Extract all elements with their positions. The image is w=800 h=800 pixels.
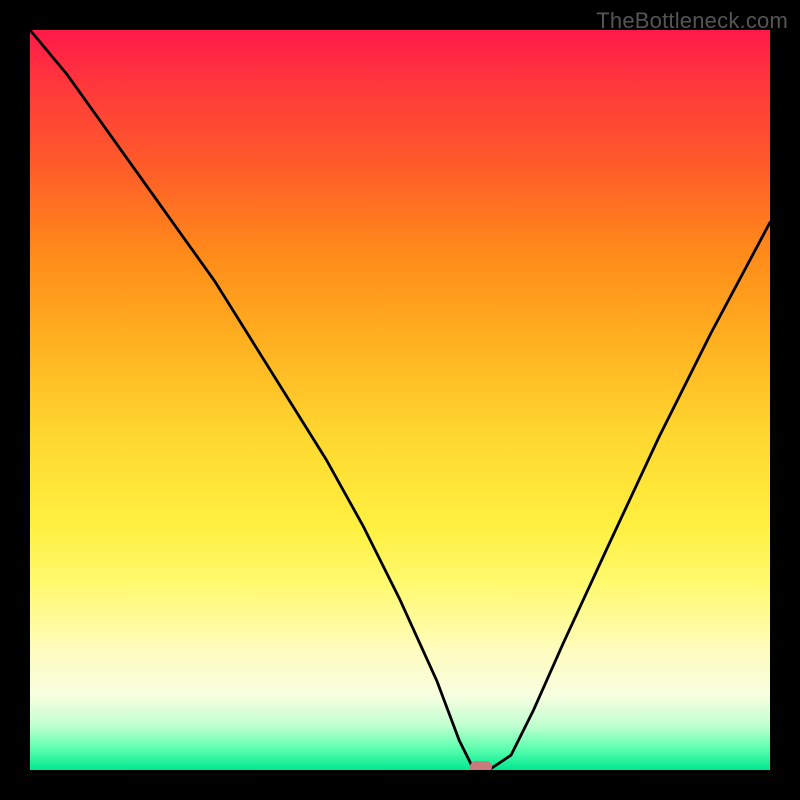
chart-container: TheBottleneck.com — [0, 0, 800, 800]
optimal-marker — [470, 761, 492, 770]
watermark-text: TheBottleneck.com — [596, 8, 788, 34]
plot-area — [30, 30, 770, 770]
bottleneck-curve — [30, 30, 770, 770]
